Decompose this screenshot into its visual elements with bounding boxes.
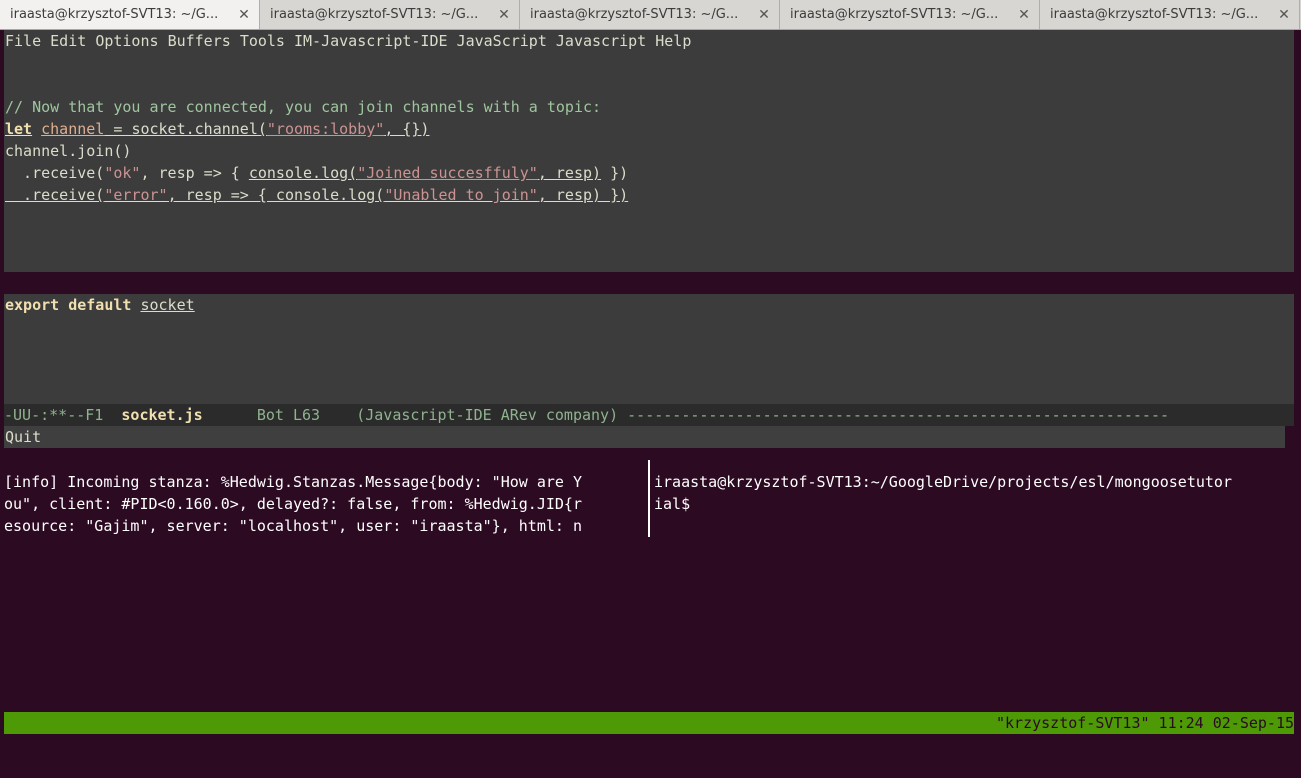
tab-title: iraasta@krzysztof-SVT13: ~/G... <box>270 7 479 22</box>
code-token: , {}) <box>384 120 430 138</box>
tab-title: iraasta@krzysztof-SVT13: ~/G... <box>530 7 739 22</box>
terminal-tab-4[interactable]: iraasta@krzysztof-SVT13: ~/G... ✕ <box>780 0 1040 29</box>
menu-help[interactable]: Help <box>655 32 691 50</box>
terminal-tab-5[interactable]: iraasta@krzysztof-SVT13: ~/G... ✕ <box>1040 0 1300 29</box>
terminal-tab-2[interactable]: iraasta@krzysztof-SVT13: ~/G... ✕ <box>260 0 520 29</box>
close-icon[interactable]: ✕ <box>757 7 771 23</box>
menu-buffers[interactable]: Buffers <box>168 32 231 50</box>
string-literal: "rooms:lobby" <box>266 120 385 138</box>
code-token: = <box>104 120 132 138</box>
menu-file[interactable]: File <box>5 32 41 50</box>
code-line-receive-ok: .receive("ok", resp => { console.log("Jo… <box>5 162 628 184</box>
string-literal: "Unabled to join" <box>384 186 538 204</box>
tab-title: iraasta@krzysztof-SVT13: ~/G... <box>10 7 219 22</box>
identifier-socket: socket <box>140 296 195 314</box>
menu-edit[interactable]: Edit <box>50 32 86 50</box>
code-line-export: export default socket <box>5 294 195 316</box>
shell-prompt-line[interactable]: ial$ <box>654 493 690 515</box>
shell-prompt-line[interactable]: iraasta@krzysztof-SVT13:~/GoogleDrive/pr… <box>654 471 1232 493</box>
string-literal: "Joined succesffuly" <box>357 164 538 182</box>
tmux-host-clock: "krzysztof-SVT13" 11:24 02-Sep-15 <box>995 714 1294 732</box>
emacs-minibuffer[interactable]: Quit <box>4 426 1285 448</box>
close-icon[interactable]: ✕ <box>237 7 251 23</box>
code-token: .receive( <box>5 186 105 204</box>
tab-title: iraasta@krzysztof-SVT13: ~/G... <box>1050 7 1259 22</box>
menu-im-javascript-ide[interactable]: IM-Javascript-IDE <box>294 32 448 50</box>
code-token: , resp) <box>537 164 602 182</box>
pane-divider[interactable] <box>648 460 650 537</box>
code-line-receive-error: .receive("error", resp => { console.log(… <box>5 184 628 206</box>
tab-title: iraasta@krzysztof-SVT13: ~/G... <box>790 7 999 22</box>
modeline-modes: (Javascript-IDE ARev company) <box>356 406 619 424</box>
emacs-menu-bar: File Edit Options Buffers Tools IM-Javas… <box>5 30 691 52</box>
menu-tools[interactable]: Tools <box>240 32 285 50</box>
close-icon[interactable]: ✕ <box>1017 7 1031 23</box>
terminal-tab-bar: iraasta@krzysztof-SVT13: ~/G... ✕ iraast… <box>0 0 1301 30</box>
keyword-export-default: export default <box>5 296 132 314</box>
tmux-status-bar: [mongoose] 0:emacs* "krzysztof-SVT13" 11… <box>4 712 1294 754</box>
menu-javascript-1[interactable]: JavaScript <box>457 32 547 50</box>
modeline-position: Bot L63 <box>202 406 357 424</box>
code-token: console.log( <box>248 164 358 182</box>
code-line-comment: // Now that you are connected, you can j… <box>5 98 602 116</box>
close-icon[interactable]: ✕ <box>1277 7 1291 23</box>
menu-javascript-2[interactable]: Javascript <box>556 32 646 50</box>
keyword-let: let <box>5 120 33 138</box>
terminal-log-line: [info] Incoming stanza: %Hedwig.Stanzas.… <box>4 473 582 491</box>
code-line-join: channel.join() <box>5 142 132 160</box>
terminal-log-line: ou", client: #PID<0.160.0>, delayed?: fa… <box>4 495 582 513</box>
code-line-let-channel: let channel = socket.channel("rooms:lobb… <box>5 118 429 140</box>
string-literal: "error" <box>104 186 168 204</box>
variable-channel: channel <box>41 120 105 138</box>
code-token: , resp => { console.log( <box>167 186 385 204</box>
code-token: , resp) }) <box>537 186 629 204</box>
code-token: , resp => { <box>140 164 249 182</box>
region-gap <box>4 272 1301 294</box>
close-icon[interactable]: ✕ <box>497 7 511 23</box>
code-token: socket.channel( <box>131 120 267 138</box>
modeline-status: -UU-:**--F1 <box>4 406 122 424</box>
tmux-session-windows[interactable]: [mongoose] 0:emacs* <box>22 736 194 754</box>
terminal-tab-1[interactable]: iraasta@krzysztof-SVT13: ~/G... ✕ <box>0 0 260 29</box>
menu-options[interactable]: Options <box>95 32 158 50</box>
string-literal: "ok" <box>104 164 141 182</box>
modeline-dashes: ----------------------------------------… <box>618 406 1170 424</box>
terminal-tab-3[interactable]: iraasta@krzysztof-SVT13: ~/G... ✕ <box>520 0 780 29</box>
terminal-log-line: esource: "Gajim", server: "localhost", u… <box>4 517 582 535</box>
code-token: .receive( <box>5 164 105 182</box>
emacs-editor[interactable]: File Edit Options Buffers Tools IM-Javas… <box>4 30 1301 426</box>
emacs-mode-line: -UU-:**--F1 socket.js Bot L63 (Javascrip… <box>4 404 1294 426</box>
code-token: }) <box>601 164 629 182</box>
modeline-buffer-name[interactable]: socket.js <box>121 406 202 424</box>
